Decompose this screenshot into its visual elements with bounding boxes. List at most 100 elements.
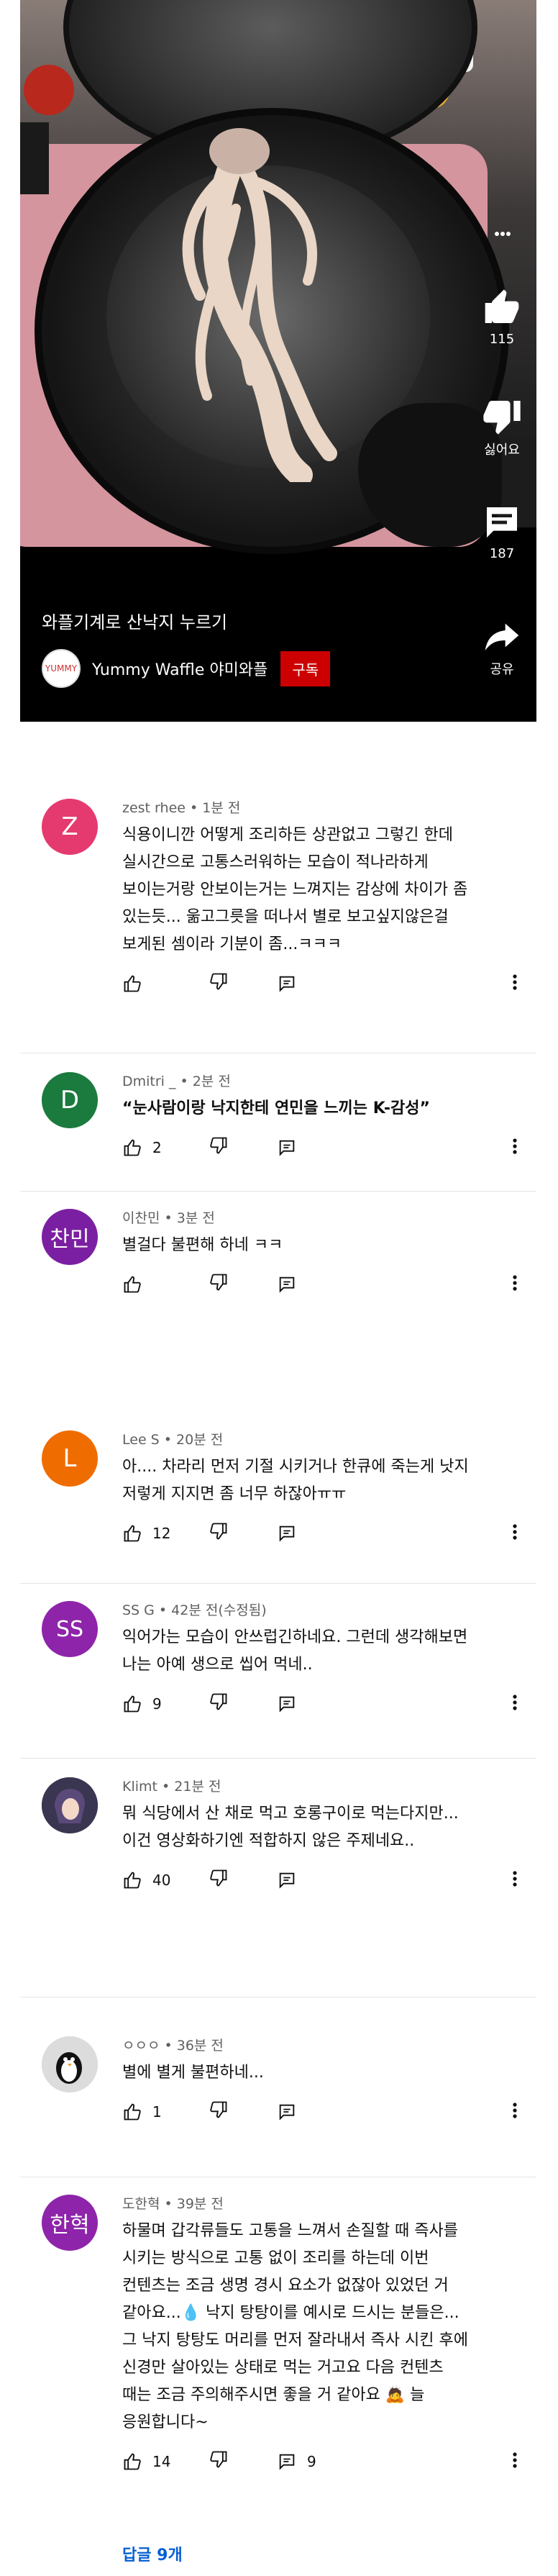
comment-dislike-button[interactable] — [209, 1521, 277, 1545]
comment-reply-button[interactable] — [277, 1870, 307, 1890]
like-video-button[interactable]: 115 — [476, 288, 528, 347]
comment-dislike-button[interactable] — [209, 971, 277, 995]
comment-like-button[interactable]: 40 — [122, 1870, 209, 1890]
thumb-up-icon — [124, 1139, 141, 1156]
channel-name[interactable]: Yummy Waffle 야미와플 — [92, 657, 267, 680]
comment-author-meta[interactable]: ㅇㅇㅇ • 36분 전 — [122, 2035, 224, 2054]
comment-actions: 12 — [122, 1521, 307, 1545]
comment-more-button[interactable] — [508, 1272, 522, 1294]
comment-author-meta[interactable]: Lee S • 20분 전 — [122, 1429, 223, 1448]
comment-dislike-button[interactable] — [209, 1692, 277, 1715]
dislike-video-button[interactable]: 싫어요 — [476, 396, 528, 458]
thumb-up-icon — [124, 2453, 141, 2470]
comment-author-meta[interactable]: zest rhee • 1분 전 — [122, 797, 240, 817]
comment-actions: 9 — [122, 1692, 307, 1715]
comment-avatar[interactable]: D — [42, 1072, 98, 1128]
more-options-icon[interactable] — [495, 230, 511, 237]
comment-avatar[interactable] — [42, 1777, 98, 1833]
comment-text-line: 컨텐츠는 조금 생명 경시 요소가 없잖아 있었던 거 — [122, 2277, 449, 2295]
comment-text-line: 이건 영상화하기엔 적합하지 않은 주제네요.. — [122, 1832, 415, 1850]
subscribe-button[interactable]: 구독 — [280, 650, 331, 686]
comment-like-button[interactable]: 1 — [122, 2102, 209, 2122]
comment-reply-button[interactable] — [277, 1138, 307, 1158]
comment-reply-button[interactable] — [277, 2102, 307, 2122]
more-vert-icon — [513, 2103, 517, 2118]
comment-text-line: 그 낙지 탕탕도 머리를 먼저 잘라내서 즉사 시킨 후에 — [122, 2331, 468, 2349]
comment-avatar[interactable]: 한혁 — [42, 2195, 98, 2251]
comment-like-button[interactable] — [122, 1274, 209, 1294]
comment-more-button[interactable] — [508, 1521, 522, 1543]
comment-like-button[interactable]: 14 — [122, 2452, 209, 2472]
divider — [20, 1583, 536, 1584]
comment-more-button[interactable] — [508, 1135, 522, 1157]
reply-icon — [279, 1696, 295, 1713]
thumb-down-icon — [210, 1523, 227, 1540]
reply-icon — [279, 1276, 295, 1293]
more-vert-icon — [513, 1695, 517, 1710]
comment-like-button[interactable]: 9 — [122, 1694, 209, 1714]
dislike-label: 싫어요 — [484, 443, 520, 458]
comment-like-button[interactable] — [122, 974, 209, 994]
thumb-down-icon — [210, 1693, 227, 1710]
comment-author-meta[interactable]: SS G • 42분 전(수정됨) — [122, 1600, 267, 1619]
view-replies-link[interactable]: 답글 9개 — [122, 2542, 183, 2565]
comment-more-button[interactable] — [508, 2100, 522, 2121]
video-title[interactable]: 와플기계로 산낙지 누르기 — [42, 608, 227, 633]
comment-more-button[interactable] — [508, 971, 522, 993]
reply-icon — [279, 2104, 295, 2121]
comment-reply-button[interactable] — [277, 1274, 307, 1294]
comment-dislike-button[interactable] — [209, 1868, 277, 1892]
comment-dislike-button[interactable] — [209, 2100, 277, 2123]
more-vert-icon — [513, 974, 517, 990]
comments-button[interactable]: 187 — [476, 502, 528, 561]
comment-more-button[interactable] — [508, 1868, 522, 1890]
thumb-up-icon — [124, 1276, 141, 1292]
reply-icon — [279, 2454, 295, 2470]
channel-row: YUMMY Yummy Waffle 야미와플 구독 — [42, 649, 331, 688]
thumb-up-icon — [124, 1695, 141, 1712]
comment-reply-button[interactable]: 9 — [277, 2452, 316, 2472]
comment-like-count: 14 — [152, 2452, 171, 2470]
comment-like-button[interactable]: 2 — [122, 1138, 209, 1158]
comment-icon — [487, 507, 517, 538]
comment-author-meta[interactable]: Dmitri _ • 2분 전 — [122, 1071, 231, 1090]
video-frame — [20, 0, 536, 554]
comment-avatar[interactable]: Z — [42, 799, 98, 855]
comment-avatar[interactable] — [42, 2036, 98, 2092]
comment-author-meta[interactable]: 도한혁 • 39분 전 — [122, 2193, 224, 2213]
comment-text-line: 별에 별게 불편하네... — [122, 2064, 264, 2082]
comment-text: 뭐 식당에서 산 채로 먹고 호롱구이로 먹는다지만... 이건 영상화하기엔 적… — [122, 1800, 525, 1855]
comment-text-line: 저렇게 지지면 좀 너무 하잖아ㅠㅠ — [122, 1485, 347, 1503]
anime-avatar-icon — [42, 1777, 98, 1833]
comment-more-button[interactable] — [508, 2449, 522, 2471]
comment-reply-button[interactable] — [277, 1523, 307, 1543]
reply-icon — [279, 1872, 295, 1889]
comment-like-count: 9 — [152, 1695, 162, 1713]
comment-reply-button[interactable] — [277, 1694, 307, 1714]
reply-icon — [279, 976, 295, 992]
reply-icon — [279, 1525, 295, 1542]
comment-count: 187 — [489, 546, 515, 561]
comment-author-meta[interactable]: 이찬민 • 3분 전 — [122, 1207, 215, 1227]
comment-avatar[interactable]: 찬민 — [42, 1209, 98, 1265]
comment-author-meta[interactable]: Klimt • 21분 전 — [122, 1776, 221, 1795]
video-player[interactable]: 115 싫어요 187 공유 와플기계로 산낙지 누르기 YUMMY Yummy… — [20, 0, 536, 722]
share-button[interactable]: 공유 — [476, 615, 528, 678]
comment-text-line: 실시간으로 고통스러워하는 모습이 적나라하게 — [122, 853, 429, 871]
comment-like-button[interactable]: 12 — [122, 1523, 209, 1543]
comment-like-count: 12 — [152, 1524, 171, 1542]
more-vert-icon — [513, 1871, 517, 1887]
channel-avatar[interactable]: YUMMY — [42, 649, 81, 688]
comment-actions: 2 — [122, 1135, 307, 1159]
comment-dislike-button[interactable] — [209, 1135, 277, 1159]
comment-avatar[interactable]: L — [42, 1430, 98, 1487]
comment-dislike-button[interactable] — [209, 2449, 277, 2473]
comment-actions: 1 — [122, 2100, 307, 2123]
more-vert-icon — [513, 1524, 517, 1540]
comment-reply-button[interactable] — [277, 974, 307, 994]
comment-dislike-button[interactable] — [209, 1272, 277, 1296]
comment-avatar[interactable]: SS — [42, 1601, 98, 1657]
comment-actions — [122, 971, 307, 995]
more-vert-icon — [513, 1138, 517, 1154]
comment-more-button[interactable] — [508, 1692, 522, 1713]
